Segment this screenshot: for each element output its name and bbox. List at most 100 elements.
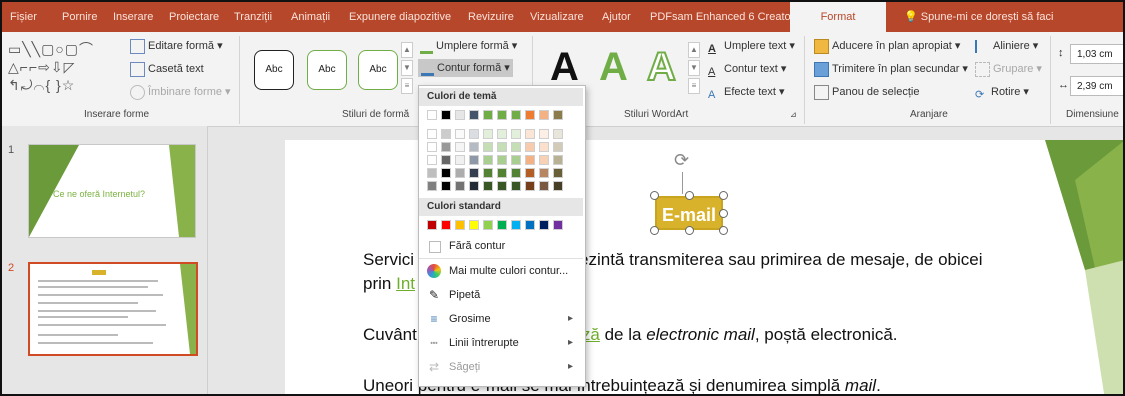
slide-thumbnail-1[interactable]: Ce ne oferă Internetul? xyxy=(28,144,196,238)
theme-color-swatch[interactable] xyxy=(497,129,507,139)
theme-color-swatch[interactable] xyxy=(483,142,493,152)
shape-style-2[interactable]: Abc xyxy=(307,50,347,90)
resize-handle[interactable] xyxy=(650,226,659,235)
shapes-gallery[interactable]: ▭╲╲▢○▢⌒ △⌐⌐⇨⇩◸ ↰⤾⌒{ }☆ xyxy=(8,40,94,94)
theme-color-swatch[interactable] xyxy=(483,129,493,139)
standard-color-swatch[interactable] xyxy=(483,220,493,230)
tab-home[interactable]: Pornire xyxy=(62,2,97,32)
height-input[interactable]: 1,03 cm xyxy=(1070,44,1123,64)
text-fill-button[interactable]: A Umplere text ▾ xyxy=(708,37,795,55)
edit-shape-button[interactable]: Editare formă ▾ xyxy=(130,37,223,55)
tab-file[interactable]: Fișier xyxy=(10,2,37,32)
theme-color-swatch[interactable] xyxy=(469,155,479,165)
text-effects-button[interactable]: A Efecte text ▾ xyxy=(708,83,785,101)
shape-style-1[interactable]: Abc xyxy=(254,50,294,90)
theme-color-swatch[interactable] xyxy=(539,110,549,120)
theme-color-swatch[interactable] xyxy=(441,181,451,191)
arrows-option[interactable]: ⇄ Săgeți ▸ xyxy=(419,356,583,378)
resize-handle[interactable] xyxy=(719,191,728,200)
theme-color-swatch[interactable] xyxy=(427,129,437,139)
theme-color-swatch[interactable] xyxy=(525,142,535,152)
no-outline-option[interactable]: Fără contur xyxy=(419,235,583,257)
tab-help[interactable]: Ajutor xyxy=(602,2,631,32)
width-input[interactable]: 2,39 cm xyxy=(1070,76,1123,96)
tell-me-box[interactable]: 💡 Spune-mi ce dorești să faci xyxy=(904,2,1053,32)
theme-color-swatch[interactable] xyxy=(441,155,451,165)
tab-design[interactable]: Proiectare xyxy=(169,2,219,32)
theme-color-swatch[interactable] xyxy=(511,155,521,165)
internet-link[interactable]: Int xyxy=(396,274,415,293)
styles-more[interactable]: ≡ xyxy=(401,78,413,94)
text-box-button[interactable]: Casetă text xyxy=(130,60,204,78)
tab-review[interactable]: Revizuire xyxy=(468,2,514,32)
theme-color-swatch[interactable] xyxy=(511,142,521,152)
send-backward-button[interactable]: Trimitere în plan secundar ▾ xyxy=(814,60,968,78)
wordart-scroll-up[interactable]: ▲ xyxy=(688,42,700,58)
tab-transitions[interactable]: Tranziții xyxy=(234,2,272,32)
rotate-handle-icon[interactable]: ⟳ xyxy=(674,150,689,171)
theme-color-swatch[interactable] xyxy=(469,168,479,178)
theme-color-swatch[interactable] xyxy=(511,110,521,120)
theme-color-swatch[interactable] xyxy=(511,181,521,191)
weight-option[interactable]: ≡ Grosime ▸ xyxy=(419,308,583,330)
theme-color-swatch[interactable] xyxy=(427,168,437,178)
theme-color-swatch[interactable] xyxy=(455,142,465,152)
theme-color-swatch[interactable] xyxy=(525,110,535,120)
tab-insert[interactable]: Inserare xyxy=(113,2,153,32)
paragraph-1-line-2[interactable]: prin Int xyxy=(363,274,415,294)
eyedropper-option[interactable]: ✎ Pipetă xyxy=(419,284,583,306)
theme-color-swatch[interactable] xyxy=(441,129,451,139)
bring-forward-button[interactable]: Aducere în plan apropiat ▾ xyxy=(814,37,960,55)
wordart-scroll-down[interactable]: ▼ xyxy=(688,60,700,76)
theme-color-swatch[interactable] xyxy=(469,129,479,139)
standard-color-swatch[interactable] xyxy=(427,220,437,230)
styles-scroll-up[interactable]: ▲ xyxy=(401,42,413,58)
theme-color-swatch[interactable] xyxy=(553,181,563,191)
theme-color-swatch[interactable] xyxy=(455,129,465,139)
wordart-dialog-launcher-icon[interactable]: ⊿ xyxy=(790,110,797,119)
shape-fill-button[interactable]: Umplere formă ▾ xyxy=(420,37,517,55)
rotate-button[interactable]: ⟳ Rotire ▾ xyxy=(975,83,1029,101)
standard-color-swatch[interactable] xyxy=(553,220,563,230)
styles-scroll-down[interactable]: ▼ xyxy=(401,60,413,76)
group-button[interactable]: Grupare ▾ xyxy=(975,60,1042,78)
standard-color-swatch[interactable] xyxy=(455,220,465,230)
theme-color-swatch[interactable] xyxy=(497,181,507,191)
theme-color-swatch[interactable] xyxy=(539,155,549,165)
theme-color-swatch[interactable] xyxy=(539,181,549,191)
tab-format[interactable]: Format xyxy=(790,2,886,32)
theme-color-swatch[interactable] xyxy=(427,181,437,191)
tab-animations[interactable]: Animații xyxy=(291,2,330,32)
theme-color-swatch[interactable] xyxy=(455,110,465,120)
selection-pane-button[interactable]: Panou de selecție xyxy=(814,83,919,101)
theme-color-swatch[interactable] xyxy=(539,142,549,152)
theme-color-swatch[interactable] xyxy=(427,155,437,165)
theme-color-swatch[interactable] xyxy=(483,110,493,120)
theme-color-swatch[interactable] xyxy=(455,168,465,178)
wordart-more[interactable]: ≡ xyxy=(688,78,700,94)
resize-handle[interactable] xyxy=(719,209,728,218)
theme-color-swatch[interactable] xyxy=(539,168,549,178)
standard-color-swatch[interactable] xyxy=(511,220,521,230)
theme-color-swatch[interactable] xyxy=(525,129,535,139)
standard-color-swatch[interactable] xyxy=(469,220,479,230)
theme-color-swatch[interactable] xyxy=(441,168,451,178)
theme-color-swatch[interactable] xyxy=(525,181,535,191)
slide-canvas[interactable]: ⟳ E-mail Servici ezintă transmiterea sau … xyxy=(285,140,1123,394)
tab-pdfsam[interactable]: PDFsam Enhanced 6 Creator xyxy=(650,2,794,32)
tab-slideshow[interactable]: Expunere diapozitive xyxy=(349,2,451,32)
shape-style-3[interactable]: Abc xyxy=(358,50,398,90)
email-shape[interactable]: E-mail xyxy=(655,196,723,230)
standard-color-swatch[interactable] xyxy=(497,220,507,230)
theme-color-swatch[interactable] xyxy=(441,142,451,152)
resize-handle[interactable] xyxy=(650,191,659,200)
wordart-style-3[interactable]: A xyxy=(646,44,677,90)
shape-outline-button[interactable]: Contur formă ▾ xyxy=(418,59,513,77)
theme-color-swatch[interactable] xyxy=(539,129,549,139)
more-outline-colors-option[interactable]: Mai multe culori contur... xyxy=(419,260,583,282)
theme-color-swatch[interactable] xyxy=(441,110,451,120)
slide-thumbnail-2[interactable] xyxy=(28,262,198,356)
theme-color-swatch[interactable] xyxy=(511,168,521,178)
dashes-option[interactable]: ┅ Linii întrerupte ▸ xyxy=(419,332,583,354)
theme-color-swatch[interactable] xyxy=(483,168,493,178)
